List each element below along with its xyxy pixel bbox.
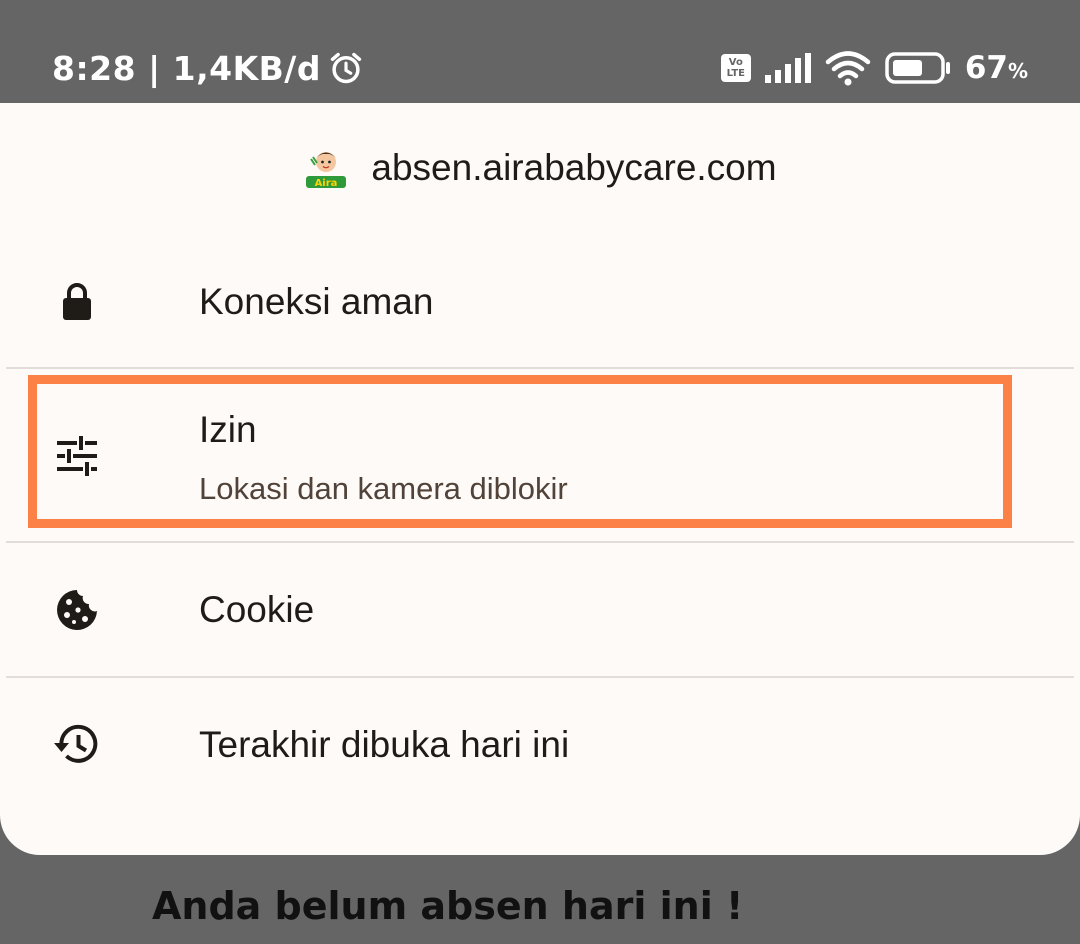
last-opened-row[interactable]: Terakhir dibuka hari ini: [0, 678, 1080, 810]
page-info-sheet: Aira absen.airababycare.com Koneksi aman: [0, 103, 1080, 855]
status-bar: 8:28 | 1,4KB/d Vo LTE 67%: [0, 0, 1080, 103]
volte-icon: Vo LTE: [720, 54, 751, 82]
status-right: Vo LTE 67%: [720, 46, 1028, 90]
permissions-label: Izin: [199, 409, 257, 450]
battery-icon: [885, 52, 950, 84]
site-header: Aira absen.airababycare.com: [0, 103, 1080, 233]
battery-percent: 67%: [965, 50, 1028, 86]
alarm-icon: [330, 52, 362, 84]
connection-security-label: Koneksi aman: [199, 281, 434, 322]
connection-security-row[interactable]: Koneksi aman: [0, 243, 1080, 365]
site-domain: absen.airababycare.com: [371, 147, 777, 188]
permissions-row[interactable]: Izin Lokasi dan kamera diblokir: [0, 369, 1080, 541]
status-left: 8:28 | 1,4KB/d: [52, 46, 365, 90]
battery-percent-unit: %: [1007, 59, 1028, 83]
background-page-heading: Anda belum absen hari ini !: [152, 884, 744, 928]
permissions-sublabel: Lokasi dan kamera diblokir: [199, 471, 568, 506]
volte-top: Vo: [728, 57, 743, 68]
history-icon: [52, 719, 102, 769]
cookie-icon: [52, 585, 102, 635]
cookie-row[interactable]: Cookie: [0, 543, 1080, 675]
tune-icon: [52, 431, 102, 481]
battery-percent-value: 67: [964, 50, 1008, 86]
volte-bottom: LTE: [726, 68, 745, 79]
site-logo-text: Aira: [315, 178, 338, 189]
site-logo-icon: Aira: [306, 152, 347, 189]
cookie-label: Cookie: [199, 589, 315, 630]
status-time-speed: 8:28 | 1,4KB/d: [52, 48, 321, 88]
last-opened-label: Terakhir dibuka hari ini: [199, 724, 570, 765]
signal-icon: [764, 53, 811, 83]
wifi-icon: [825, 51, 871, 86]
lock-icon: [52, 277, 102, 327]
